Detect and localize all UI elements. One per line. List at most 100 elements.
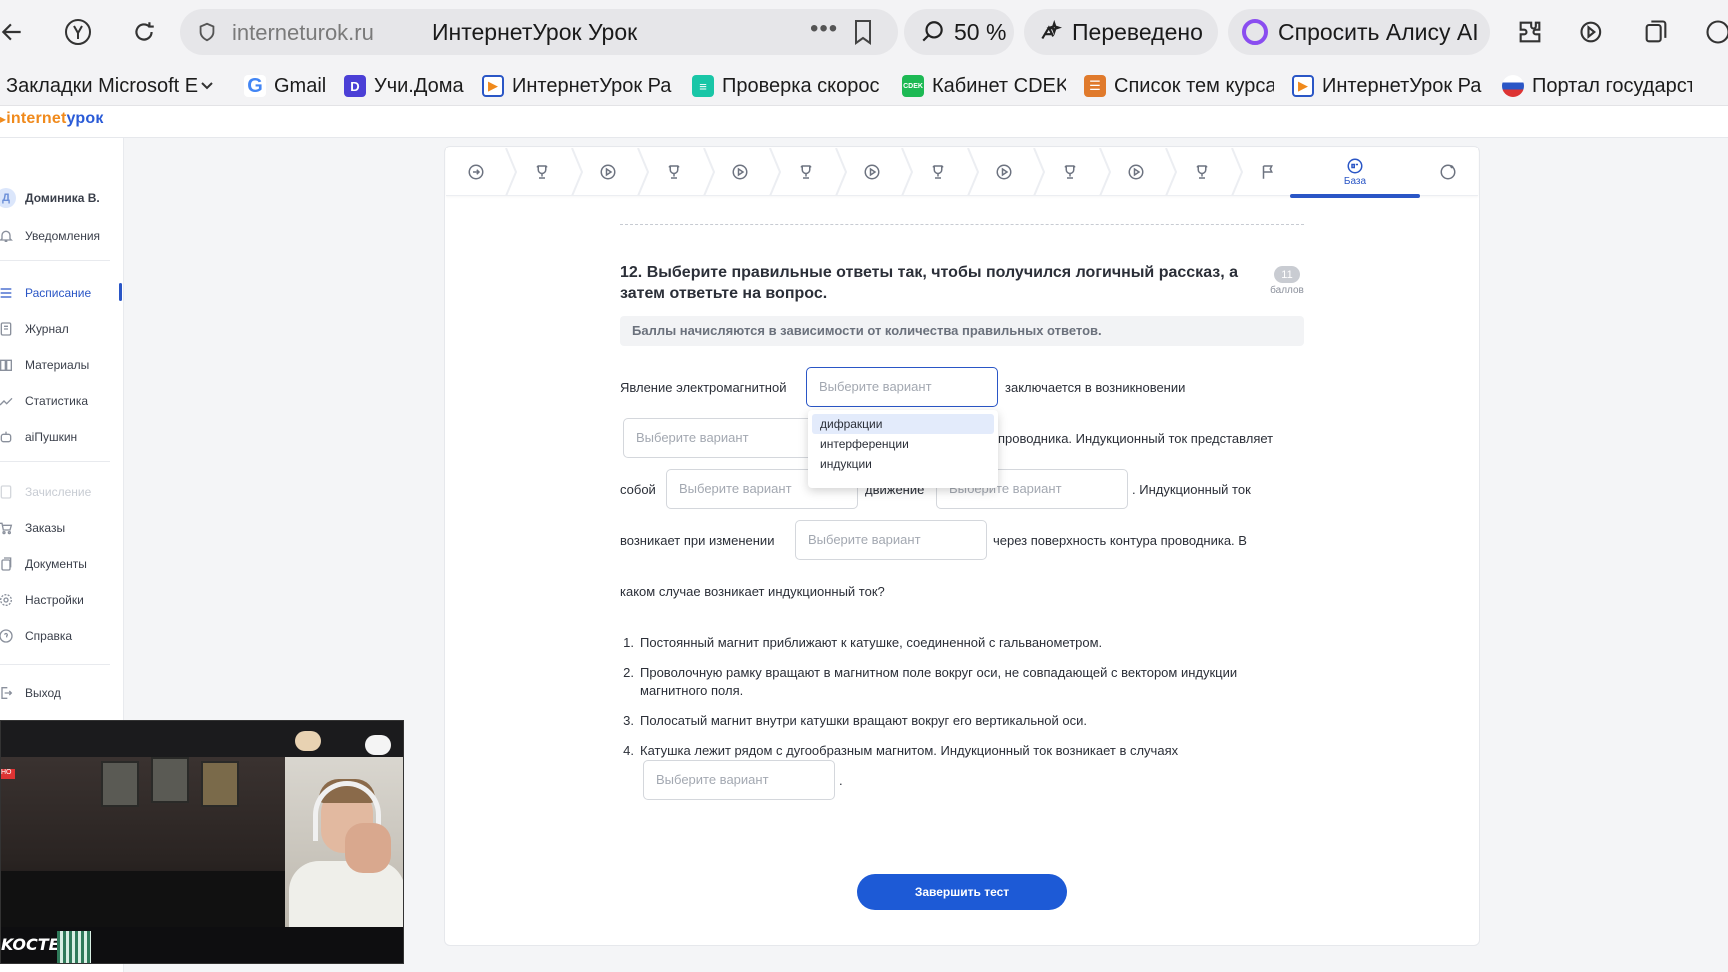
sidebar-item-materials[interactable]: Материалы	[0, 353, 124, 377]
chevron-down-icon[interactable]	[200, 80, 214, 92]
answer-select-2[interactable]: Выберите вариант	[623, 418, 815, 458]
list-text: Постоянный магнит приближают к катушке, …	[640, 635, 1103, 650]
bookmark-item[interactable]: D Учи.Дома	[344, 72, 468, 100]
list-number: 3.	[623, 713, 634, 728]
site-header: ▸internetурок	[0, 106, 1728, 138]
bookmark-label: ИнтернетУрок Ра	[1322, 74, 1482, 97]
points-label: баллов	[1270, 285, 1304, 296]
arrow-right-icon	[468, 164, 484, 180]
answer-select-6[interactable]: Выберите вариант	[643, 760, 835, 800]
address-bar[interactable]: interneturok.ru ИнтернетУрок Урок •••	[180, 9, 898, 55]
play-icon	[600, 164, 616, 180]
sidebar-user[interactable]: Д Доминика В.	[0, 186, 124, 210]
dropdown-option[interactable]: индукции	[812, 454, 994, 474]
answer-select-5[interactable]: Выберите вариант	[795, 520, 987, 560]
sidebar-item-settings[interactable]: Настройки	[0, 588, 124, 612]
reload-icon[interactable]	[126, 14, 162, 50]
sidebar-item-schedule[interactable]: Расписание	[0, 281, 124, 305]
shield-icon[interactable]	[196, 21, 218, 43]
sidebar-item-enrollment: Зачисление	[0, 480, 124, 504]
bookmark-item[interactable]: ≡ Проверка скорос	[692, 72, 882, 100]
sidebar-item-label: Статистика	[25, 394, 89, 408]
bookmarks-bar: Закладки Microsoft E G Gmail D Учи.Дома …	[0, 66, 1728, 106]
bookmark-item[interactable]: Закладки Microsoft E	[6, 72, 206, 100]
user-name: Доминика В.	[25, 191, 100, 205]
bookmark-icon[interactable]	[852, 19, 874, 45]
step-extra[interactable]	[1424, 148, 1472, 196]
step-trainer[interactable]	[916, 148, 960, 196]
step-video[interactable]	[1114, 148, 1158, 196]
site-logo[interactable]: ▸internetурок	[0, 110, 104, 128]
google-icon: G	[244, 75, 266, 97]
logo-part-urok: урок	[66, 110, 104, 127]
step-separator	[703, 148, 716, 196]
sidebar-item-logout[interactable]: Выход	[0, 681, 124, 705]
zoom-button[interactable]: 50 %	[904, 9, 1014, 55]
sidebar-item-label: Заказы	[25, 521, 66, 535]
profile-icon[interactable]	[1700, 14, 1728, 50]
sidebar-item-aipushkin[interactable]: aiПушкин	[0, 425, 124, 449]
bookmark-item[interactable]: ▶ ИнтернетУрок Ра	[1292, 72, 1482, 100]
yandex-icon[interactable]	[60, 14, 96, 50]
more-icon[interactable]: •••	[810, 15, 838, 43]
step-video[interactable]	[586, 148, 630, 196]
bookmark-item[interactable]: ▶ ИнтернетУрок Ра	[482, 72, 672, 100]
answer-select-1[interactable]: Выберите вариант	[806, 367, 998, 407]
step-trainer[interactable]	[1180, 148, 1224, 196]
zoom-level: 50 %	[954, 18, 1007, 45]
sidebar-item-journal[interactable]: Журнал	[0, 317, 124, 341]
dropdown-option[interactable]: дифракции	[812, 414, 994, 434]
step-trainer[interactable]	[520, 148, 564, 196]
step-start[interactable]	[454, 148, 498, 196]
sidebar-item-orders[interactable]: Заказы	[0, 516, 124, 540]
sidebar-item-documents[interactable]: Документы	[0, 552, 124, 576]
bookmark-item[interactable]: G Gmail	[244, 72, 328, 100]
question-text: Явление электромагнитной	[620, 380, 787, 395]
dropdown-option[interactable]: интерференции	[812, 434, 994, 454]
step-video[interactable]	[982, 148, 1026, 196]
sidebar-item-notifications[interactable]: Уведомления	[0, 224, 124, 248]
active-step-underline	[1290, 194, 1420, 198]
step-finish-flag[interactable]	[1246, 148, 1290, 196]
step-video[interactable]	[850, 148, 894, 196]
sidebar-item-help[interactable]: Справка	[0, 624, 124, 648]
step-video[interactable]	[718, 148, 762, 196]
doc-icon	[0, 482, 16, 502]
trophy-icon	[668, 165, 680, 179]
sidebar-item-label: Зачисление	[25, 485, 92, 499]
question-text: возникает при изменении	[620, 533, 775, 548]
sidebar-item-statistics[interactable]: Статистика	[0, 389, 124, 413]
step-base-label: База	[1343, 176, 1367, 187]
list-item: 2. Проволочную рамку вращают в магнитном…	[620, 664, 1304, 700]
list-item: 3. Полосатый магнит внутри катушки враща…	[620, 712, 1304, 730]
translate-icon	[1041, 19, 1063, 40]
step-trainer[interactable]	[784, 148, 828, 196]
extensions-icon[interactable]	[1512, 14, 1548, 50]
media-icon[interactable]	[1574, 14, 1610, 50]
trophy-icon	[800, 165, 812, 179]
translated-button[interactable]: Переведено	[1024, 9, 1218, 55]
step-trainer[interactable]	[652, 148, 696, 196]
ask-alice-button[interactable]: Спросить Алису AI	[1228, 9, 1490, 55]
bookmark-label: Кабинет CDEK	[932, 74, 1066, 97]
back-arrow-icon[interactable]	[0, 14, 30, 50]
bookmark-label: Портал государст	[1532, 74, 1692, 97]
bookmark-label: Закладки Microsoft E	[6, 74, 199, 97]
documents-icon	[0, 554, 16, 574]
step-trainer[interactable]	[1048, 148, 1092, 196]
list-number: 2.	[623, 665, 634, 680]
step-separator	[901, 148, 914, 196]
bookmark-item[interactable]: CDEK Кабинет CDEK	[902, 72, 1066, 100]
bookmark-item[interactable]: Портал государст	[1502, 72, 1692, 100]
step-base[interactable]: База	[1290, 148, 1420, 198]
trophy-icon	[1064, 165, 1076, 179]
sidebar-item-label: Справка	[25, 629, 73, 643]
dog-sticker-icon	[295, 731, 321, 751]
play-icon	[1128, 164, 1144, 180]
collections-icon[interactable]	[1638, 14, 1674, 50]
finish-test-button[interactable]: Завершить тест	[857, 874, 1067, 910]
question-text: собой	[620, 482, 656, 497]
points-badge: 11	[1274, 266, 1300, 283]
bookmark-item[interactable]: ☰ Список тем курса	[1084, 72, 1274, 100]
translated-label: Переведено	[1072, 18, 1203, 45]
